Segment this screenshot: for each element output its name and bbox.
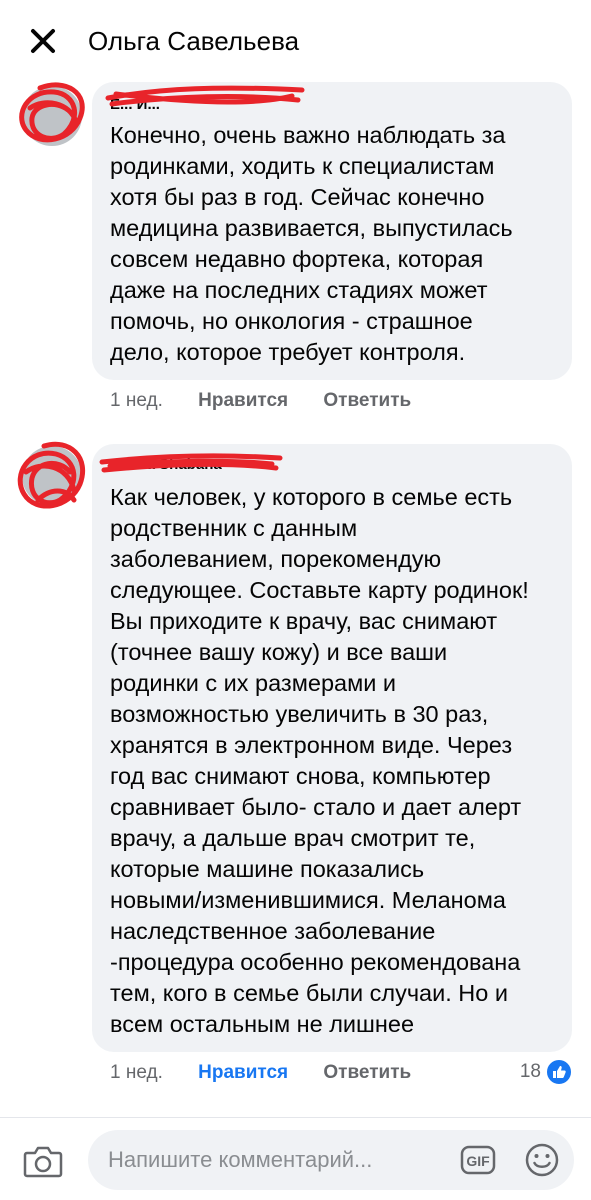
reaction-count: 18	[519, 1061, 541, 1082]
comment-actions: 1 нед. Нравится Ответить	[110, 1062, 441, 1084]
like-button[interactable]: Нравится	[198, 390, 288, 411]
page-title: Ольга Савельева	[88, 26, 300, 56]
comment-actions: 1 нед. Нравится Ответить	[110, 390, 441, 412]
scribble-redaction-icon	[19, 82, 85, 143]
close-icon[interactable]	[28, 26, 58, 56]
avatar[interactable]	[17, 441, 86, 509]
comment-composer: GIF	[0, 1118, 591, 1200]
camera-icon[interactable]	[22, 1140, 64, 1182]
comment-input[interactable]	[88, 1130, 574, 1190]
reply-button[interactable]: Ответить	[323, 1062, 411, 1083]
smiley-icon[interactable]	[524, 1142, 560, 1178]
comment-text: Конечно, очень важно наблюдать за родинк…	[110, 122, 513, 365]
avatar[interactable]	[19, 82, 85, 146]
comment-time: 1 нед.	[110, 390, 163, 411]
scribble-redaction-icon	[105, 85, 305, 107]
like-button[interactable]: Нравится	[198, 1062, 288, 1083]
thumbs-up-icon	[545, 1058, 573, 1086]
comment-bubble: Polina Shabana Как человек, у которого в…	[92, 444, 572, 1052]
reaction-summary[interactable]: 18	[520, 1058, 573, 1086]
gif-label: GIF	[466, 1153, 490, 1169]
header-bar: Ольга Савельева	[0, 0, 591, 84]
comment-bubble: Е... И... Конечно, очень важно наблюдать…	[92, 82, 572, 380]
reply-button[interactable]: Ответить	[323, 390, 411, 411]
gif-icon[interactable]: GIF	[460, 1144, 496, 1176]
scribble-redaction-icon	[99, 453, 283, 473]
scribble-redaction-icon	[17, 441, 86, 509]
comment-text: Как человек, у которого в семье есть род…	[110, 484, 529, 1037]
comment-time: 1 нед.	[110, 1062, 163, 1083]
